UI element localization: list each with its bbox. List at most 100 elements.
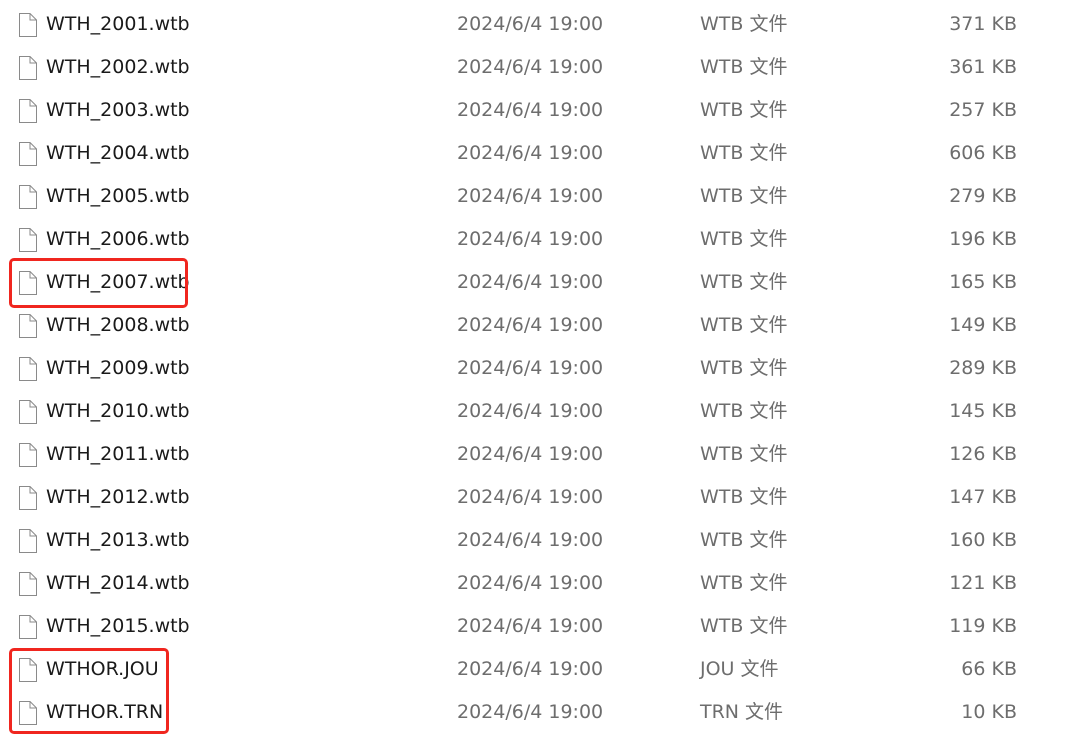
file-type: WTB 文件	[700, 400, 788, 422]
file-row[interactable]: WTH_2010.wtb 2024/6/4 19:00 WTB 文件 145 K…	[0, 390, 1065, 433]
file-row[interactable]: WTH_2015.wtb 2024/6/4 19:00 WTB 文件 119 K…	[0, 605, 1065, 648]
file-type: WTB 文件	[700, 486, 788, 508]
file-icon	[18, 658, 37, 682]
file-size: 121 KB	[949, 572, 1017, 594]
file-type: WTB 文件	[700, 271, 788, 293]
file-row[interactable]: WTH_2012.wtb 2024/6/4 19:00 WTB 文件 147 K…	[0, 476, 1065, 519]
file-modified-date: 2024/6/4 19:00	[457, 314, 604, 336]
file-size: 165 KB	[949, 271, 1017, 293]
file-icon	[18, 486, 37, 510]
file-size: 10 KB	[961, 701, 1017, 723]
file-row[interactable]: WTH_2005.wtb 2024/6/4 19:00 WTB 文件 279 K…	[0, 175, 1065, 218]
file-type: WTB 文件	[700, 99, 788, 121]
file-modified-date: 2024/6/4 19:00	[457, 271, 604, 293]
file-row[interactable]: WTHOR.TRN 2024/6/4 19:00 TRN 文件 10 KB	[0, 691, 1065, 734]
file-icon	[18, 185, 37, 209]
file-row[interactable]: WTHOR.JOU 2024/6/4 19:00 JOU 文件 66 KB	[0, 648, 1065, 691]
file-icon	[18, 615, 37, 639]
file-type: WTB 文件	[700, 443, 788, 465]
file-icon	[18, 271, 37, 295]
file-name: WTH_2008.wtb	[46, 314, 190, 336]
file-type: WTB 文件	[700, 228, 788, 250]
file-row[interactable]: WTH_2004.wtb 2024/6/4 19:00 WTB 文件 606 K…	[0, 132, 1065, 175]
file-modified-date: 2024/6/4 19:00	[457, 56, 604, 78]
file-modified-date: 2024/6/4 19:00	[457, 400, 604, 422]
file-size: 147 KB	[949, 486, 1017, 508]
file-name: WTH_2014.wtb	[46, 572, 190, 594]
file-type: WTB 文件	[700, 56, 788, 78]
file-name: WTH_2012.wtb	[46, 486, 190, 508]
file-row[interactable]: WTH_2008.wtb 2024/6/4 19:00 WTB 文件 149 K…	[0, 304, 1065, 347]
file-size: 160 KB	[949, 529, 1017, 551]
file-modified-date: 2024/6/4 19:00	[457, 228, 604, 250]
file-name: WTH_2015.wtb	[46, 615, 190, 637]
file-icon	[18, 529, 37, 553]
file-list: WTH_2001.wtb 2024/6/4 19:00 WTB 文件 371 K…	[0, 0, 1065, 735]
file-type: WTB 文件	[700, 529, 788, 551]
file-modified-date: 2024/6/4 19:00	[457, 529, 604, 551]
file-modified-date: 2024/6/4 19:00	[457, 185, 604, 207]
file-size: 361 KB	[949, 56, 1017, 78]
file-size: 196 KB	[949, 228, 1017, 250]
file-modified-date: 2024/6/4 19:00	[457, 701, 604, 723]
file-icon	[18, 228, 37, 252]
file-icon	[18, 400, 37, 424]
file-modified-date: 2024/6/4 19:00	[457, 13, 604, 35]
file-icon	[18, 13, 37, 37]
file-row[interactable]: WTH_2001.wtb 2024/6/4 19:00 WTB 文件 371 K…	[0, 3, 1065, 46]
file-modified-date: 2024/6/4 19:00	[457, 443, 604, 465]
file-type: WTB 文件	[700, 13, 788, 35]
file-icon	[18, 443, 37, 467]
file-name: WTH_2009.wtb	[46, 357, 190, 379]
file-type: WTB 文件	[700, 572, 788, 594]
file-modified-date: 2024/6/4 19:00	[457, 486, 604, 508]
file-name: WTHOR.TRN	[46, 701, 164, 723]
file-name: WTH_2005.wtb	[46, 185, 190, 207]
file-modified-date: 2024/6/4 19:00	[457, 142, 604, 164]
file-row[interactable]: WTH_2007.wtb 2024/6/4 19:00 WTB 文件 165 K…	[0, 261, 1065, 304]
file-name: WTH_2001.wtb	[46, 13, 190, 35]
file-type: WTB 文件	[700, 142, 788, 164]
file-modified-date: 2024/6/4 19:00	[457, 99, 604, 121]
file-size: 126 KB	[949, 443, 1017, 465]
file-size: 289 KB	[949, 357, 1017, 379]
file-type: WTB 文件	[700, 185, 788, 207]
file-size: 606 KB	[949, 142, 1017, 164]
file-name: WTH_2004.wtb	[46, 142, 190, 164]
file-modified-date: 2024/6/4 19:00	[457, 615, 604, 637]
file-name: WTH_2010.wtb	[46, 400, 190, 422]
file-size: 279 KB	[949, 185, 1017, 207]
file-name: WTH_2011.wtb	[46, 443, 190, 465]
file-row[interactable]: WTH_2006.wtb 2024/6/4 19:00 WTB 文件 196 K…	[0, 218, 1065, 261]
file-icon	[18, 99, 37, 123]
file-type: JOU 文件	[700, 658, 779, 680]
file-size: 66 KB	[961, 658, 1017, 680]
file-icon	[18, 142, 37, 166]
file-icon	[18, 357, 37, 381]
file-modified-date: 2024/6/4 19:00	[457, 357, 604, 379]
file-type: WTB 文件	[700, 314, 788, 336]
file-icon	[18, 314, 37, 338]
file-name: WTH_2003.wtb	[46, 99, 190, 121]
file-name: WTHOR.JOU	[46, 658, 159, 680]
file-type: WTB 文件	[700, 615, 788, 637]
file-row[interactable]: WTH_2013.wtb 2024/6/4 19:00 WTB 文件 160 K…	[0, 519, 1065, 562]
file-modified-date: 2024/6/4 19:00	[457, 572, 604, 594]
file-name: WTH_2007.wtb	[46, 271, 190, 293]
file-row[interactable]: WTH_2014.wtb 2024/6/4 19:00 WTB 文件 121 K…	[0, 562, 1065, 605]
file-size: 145 KB	[949, 400, 1017, 422]
file-name: WTH_2002.wtb	[46, 56, 190, 78]
file-icon	[18, 572, 37, 596]
file-modified-date: 2024/6/4 19:00	[457, 658, 604, 680]
file-row[interactable]: WTH_2002.wtb 2024/6/4 19:00 WTB 文件 361 K…	[0, 46, 1065, 89]
file-size: 149 KB	[949, 314, 1017, 336]
file-icon	[18, 701, 37, 725]
file-size: 119 KB	[949, 615, 1017, 637]
file-row[interactable]: WTH_2003.wtb 2024/6/4 19:00 WTB 文件 257 K…	[0, 89, 1065, 132]
file-type: TRN 文件	[700, 701, 784, 723]
file-icon	[18, 56, 37, 80]
file-row[interactable]: WTH_2011.wtb 2024/6/4 19:00 WTB 文件 126 K…	[0, 433, 1065, 476]
file-row[interactable]: WTH_2009.wtb 2024/6/4 19:00 WTB 文件 289 K…	[0, 347, 1065, 390]
file-name: WTH_2006.wtb	[46, 228, 190, 250]
file-size: 371 KB	[949, 13, 1017, 35]
